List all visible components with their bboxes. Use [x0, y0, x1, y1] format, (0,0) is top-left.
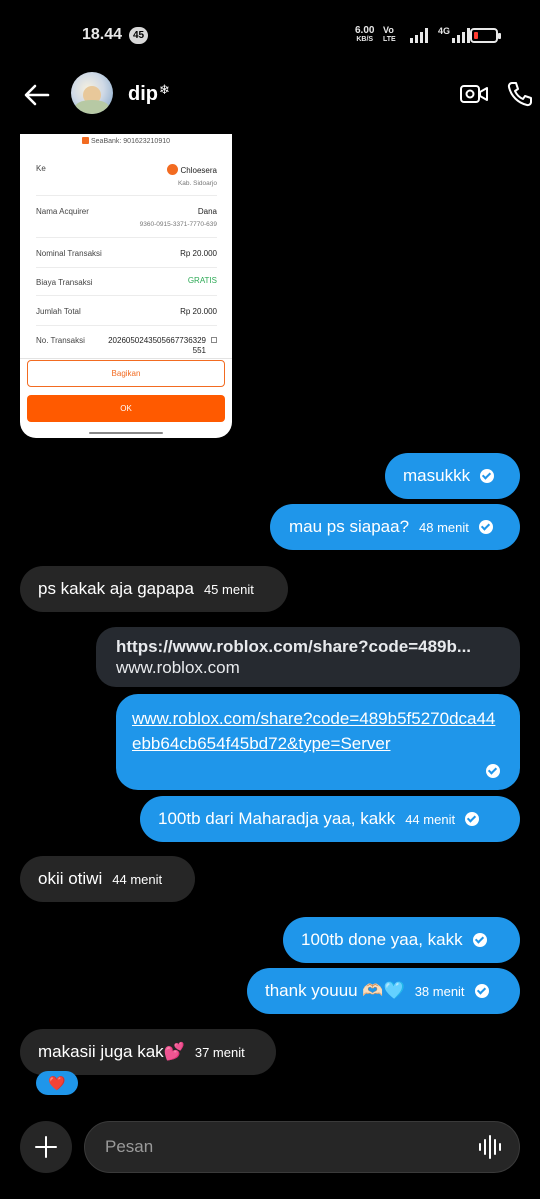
message-bubble-outgoing[interactable]: thank youuu 🫶🏻🩵 38 menit — [247, 968, 520, 1014]
receipt-row: Nama Acquirer Dana 9360-0915-3371-7770-6… — [36, 196, 217, 238]
message-bubble-link[interactable]: www.roblox.com/share?code=489b5f5270dca4… — [116, 694, 520, 790]
merchant-logo-icon — [166, 164, 178, 175]
message-bubble-outgoing[interactable]: masukkk — [385, 453, 520, 499]
receipt-bank-line: SeaBank: 901623210910 — [20, 137, 232, 145]
message-text: 100tb done yaa, kakk — [301, 930, 463, 949]
receipt-row: Biaya Transaksi GRATIS — [36, 268, 217, 296]
signal-icon-2 — [452, 28, 470, 43]
message-bubble-incoming[interactable]: makasii juga kak💕 37 menit — [20, 1029, 276, 1075]
receipt-row: Nominal Transaksi Rp 20.000 — [36, 238, 217, 268]
message-bubble-incoming[interactable]: ps kakak aja gapapa 45 menit — [20, 566, 288, 612]
message-text: thank youuu 🫶🏻🩵 — [265, 981, 405, 1000]
seen-check-icon — [472, 933, 487, 947]
link-preview-domain: www.roblox.com — [116, 658, 240, 677]
battery-level — [474, 32, 478, 39]
signal-icon — [410, 28, 428, 43]
message-text: okii otiwi — [38, 869, 103, 888]
seen-check-icon — [486, 764, 500, 778]
message-time: 38 menit — [414, 983, 465, 999]
add-attachment-button[interactable] — [20, 1121, 72, 1173]
seen-check-icon — [478, 520, 493, 534]
network-speed: 6.00 KB/S — [355, 25, 375, 44]
message-bubble-outgoing[interactable]: mau ps siapaa? 48 menit — [270, 504, 520, 550]
bank-icon — [81, 137, 89, 144]
heart-reaction-icon[interactable]: ❤️ — [36, 1071, 78, 1095]
message-text: 100tb dari Maharadja yaa, kakk — [158, 809, 396, 828]
shared-receipt-image[interactable]: SeaBank: 901623210910 Ke Chloesera Kab. … — [20, 134, 232, 438]
contact-name[interactable]: dip❄ — [128, 82, 170, 106]
message-input[interactable]: Pesan — [84, 1121, 520, 1173]
message-time: 45 menit — [203, 581, 254, 597]
status-bar: 18.44 45 6.00 KB/S Vo LTE 4G — [0, 0, 540, 70]
message-text: mau ps siapaa? — [289, 517, 410, 536]
message-time: 44 menit — [405, 811, 456, 827]
message-time: 48 menit — [419, 519, 469, 535]
home-indicator — [89, 432, 163, 434]
copy-icon — [211, 337, 217, 343]
chat-header: dip❄ — [0, 70, 540, 120]
ok-button: OK — [27, 395, 225, 422]
message-bubble-outgoing[interactable]: 100tb dari Maharadja yaa, kakk 44 menit — [140, 796, 520, 842]
status-time: 18.44 — [82, 26, 123, 43]
message-bubble-incoming[interactable]: okii otiwi 44 menit — [20, 856, 195, 902]
message-time: 44 menit — [112, 871, 163, 887]
back-arrow-icon[interactable] — [22, 80, 52, 110]
share-button: Bagikan — [27, 360, 225, 387]
battery-icon — [470, 28, 501, 43]
message-link[interactable]: www.roblox.com/share?code=489b5f5270dca4… — [132, 706, 504, 756]
message-text: makasii juga kak💕 — [38, 1042, 185, 1061]
seen-check-icon — [465, 812, 480, 826]
notification-badge: 45 — [129, 27, 148, 44]
message-text: masukkk — [403, 466, 471, 485]
volte-indicator: Vo LTE — [383, 25, 396, 44]
link-preview-card[interactable]: https://www.roblox.com/share?code=489b..… — [96, 627, 520, 687]
voice-message-icon[interactable] — [479, 1135, 501, 1159]
message-text: ps kakak aja gapapa — [38, 579, 194, 598]
receipt-row: No. Transaksi 2026050243505667736329 551 — [36, 326, 217, 356]
avatar[interactable] — [71, 72, 113, 114]
phone-call-icon[interactable] — [506, 80, 534, 108]
contact-name-emoji: ❄ — [159, 82, 170, 97]
receipt-row: Jumlah Total Rp 20.000 — [36, 296, 217, 326]
seen-check-icon — [480, 469, 495, 483]
seen-check-icon — [474, 984, 489, 998]
link-preview-url: https://www.roblox.com/share?code=489b..… — [116, 637, 472, 656]
message-time: 37 menit — [194, 1044, 245, 1060]
receipt-row: Ke Chloesera Kab. Sidoarjo — [36, 156, 217, 196]
message-bubble-outgoing[interactable]: 100tb done yaa, kakk — [283, 917, 520, 963]
divider — [20, 358, 232, 359]
network-type: 4G — [438, 26, 451, 36]
video-call-icon[interactable] — [459, 82, 489, 106]
